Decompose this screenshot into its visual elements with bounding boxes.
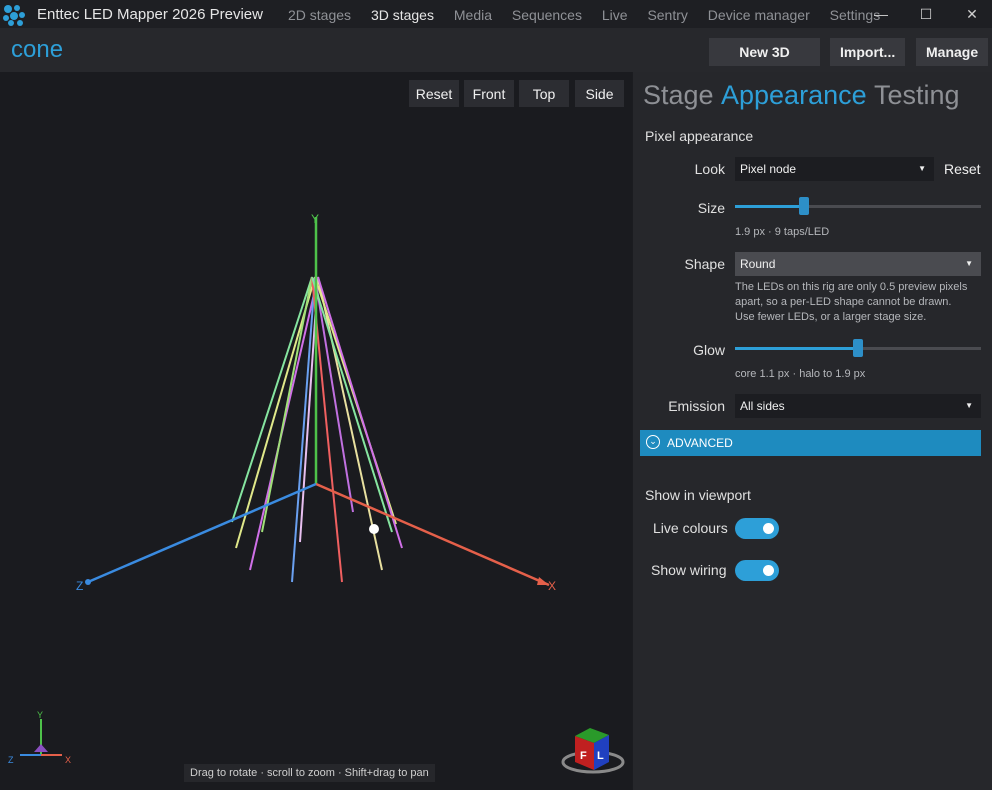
- chevron-down-icon: ▼: [965, 259, 973, 268]
- size-slider[interactable]: [735, 197, 981, 215]
- size-label: Size: [697, 200, 725, 216]
- svg-text:L: L: [597, 750, 604, 762]
- look-label: Look: [694, 161, 725, 177]
- x-axis-line: [315, 482, 550, 587]
- menu-item-sequences[interactable]: Sequences: [512, 7, 582, 23]
- glow-slider[interactable]: [735, 339, 981, 357]
- tab-testing[interactable]: Testing: [874, 80, 960, 111]
- shape-note: The LEDs on this rig are only 0.5 previe…: [735, 281, 968, 323]
- chevron-down-circle-icon: ⌄: [646, 435, 660, 449]
- live-colours-label: Live colours: [653, 520, 728, 536]
- glow-slider-thumb[interactable]: [853, 339, 863, 357]
- main-menu: 2D stages 3D stages Media Sequences Live…: [288, 7, 896, 23]
- svg-text:Z: Z: [8, 755, 14, 765]
- shape-select[interactable]: Round ▼: [735, 252, 981, 276]
- axis-gizmo: Y X Z: [8, 710, 71, 765]
- size-slider-fill: [735, 205, 804, 208]
- import-button[interactable]: Import...: [830, 38, 905, 66]
- shape-value: Round: [740, 257, 776, 271]
- maximize-button[interactable]: ☐: [915, 4, 937, 24]
- view-front-button[interactable]: Front: [464, 80, 514, 107]
- menu-item-live[interactable]: Live: [602, 7, 628, 23]
- tab-appearance[interactable]: Appearance: [721, 80, 867, 111]
- z-axis-end-dot: [85, 579, 91, 585]
- tab-stage[interactable]: Stage: [643, 80, 714, 111]
- glow-note: core 1.1 px · halo to 1.9 px: [735, 368, 866, 380]
- advanced-expander[interactable]: ⌄ ADVANCED: [640, 430, 981, 456]
- viewport-hint: Drag to rotate · scroll to zoom · Shift+…: [184, 764, 435, 782]
- svg-text:Y: Y: [37, 710, 43, 720]
- show-in-viewport-heading: Show in viewport: [645, 487, 751, 503]
- z-axis-line: [87, 482, 317, 584]
- 3d-viewport[interactable]: Y X Z Y X Z F L: [0, 72, 632, 790]
- chevron-down-icon: ▼: [965, 401, 973, 410]
- new-3d-stage-button[interactable]: New 3D stage: [709, 38, 820, 88]
- view-side-button[interactable]: Side: [575, 80, 624, 107]
- show-wiring-toggle[interactable]: [735, 560, 779, 581]
- navigation-cube[interactable]: F L: [561, 728, 625, 774]
- view-reset-button[interactable]: Reset: [409, 80, 459, 107]
- led-strand: [314, 276, 354, 513]
- shape-label: Shape: [684, 256, 725, 272]
- show-wiring-label: Show wiring: [651, 562, 727, 578]
- pivot-point[interactable]: [369, 524, 379, 534]
- menu-item-sentry[interactable]: Sentry: [647, 7, 687, 23]
- viewport-scene: Y X Z Y X Z F L: [8, 212, 625, 774]
- advanced-label: ADVANCED: [667, 436, 733, 450]
- svg-text:X: X: [65, 755, 71, 765]
- look-reset-button[interactable]: Reset: [944, 161, 981, 177]
- app-title: Enttec LED Mapper 2026 Preview: [37, 6, 263, 23]
- menu-item-media[interactable]: Media: [454, 7, 492, 23]
- svg-text:F: F: [580, 750, 587, 762]
- live-colours-toggle[interactable]: [735, 518, 779, 539]
- title-bar: Enttec LED Mapper 2026 Preview 2D stages…: [0, 0, 992, 28]
- look-value: Pixel node: [740, 162, 797, 176]
- chevron-down-icon: ▼: [918, 164, 926, 173]
- size-slider-thumb[interactable]: [798, 197, 809, 215]
- pixel-appearance-heading: Pixel appearance: [645, 128, 754, 144]
- glow-label: Glow: [693, 342, 725, 358]
- led-strand: [317, 276, 403, 549]
- y-axis-label: Y: [311, 212, 319, 226]
- glow-slider-fill: [735, 347, 858, 350]
- look-select[interactable]: Pixel node ▼: [735, 157, 934, 181]
- menu-item-3d-stages[interactable]: 3D stages: [371, 7, 434, 23]
- emission-select[interactable]: All sides ▼: [735, 394, 981, 418]
- emission-value: All sides: [740, 399, 785, 413]
- menu-item-device-manager[interactable]: Device manager: [708, 7, 810, 23]
- stage-name: cone: [11, 36, 64, 63]
- view-top-button[interactable]: Top: [519, 80, 569, 107]
- emission-label: Emission: [668, 398, 725, 414]
- menu-item-2d-stages[interactable]: 2D stages: [288, 7, 351, 23]
- x-axis-label: X: [548, 579, 556, 593]
- z-axis-label: Z: [76, 579, 83, 593]
- minimize-button[interactable]: —: [870, 4, 892, 24]
- size-note: 1.9 px · 9 taps/LED: [735, 226, 830, 238]
- manage-button[interactable]: Manage: [916, 38, 988, 66]
- app-logo-icon: [3, 5, 25, 26]
- close-button[interactable]: ✕: [961, 4, 983, 24]
